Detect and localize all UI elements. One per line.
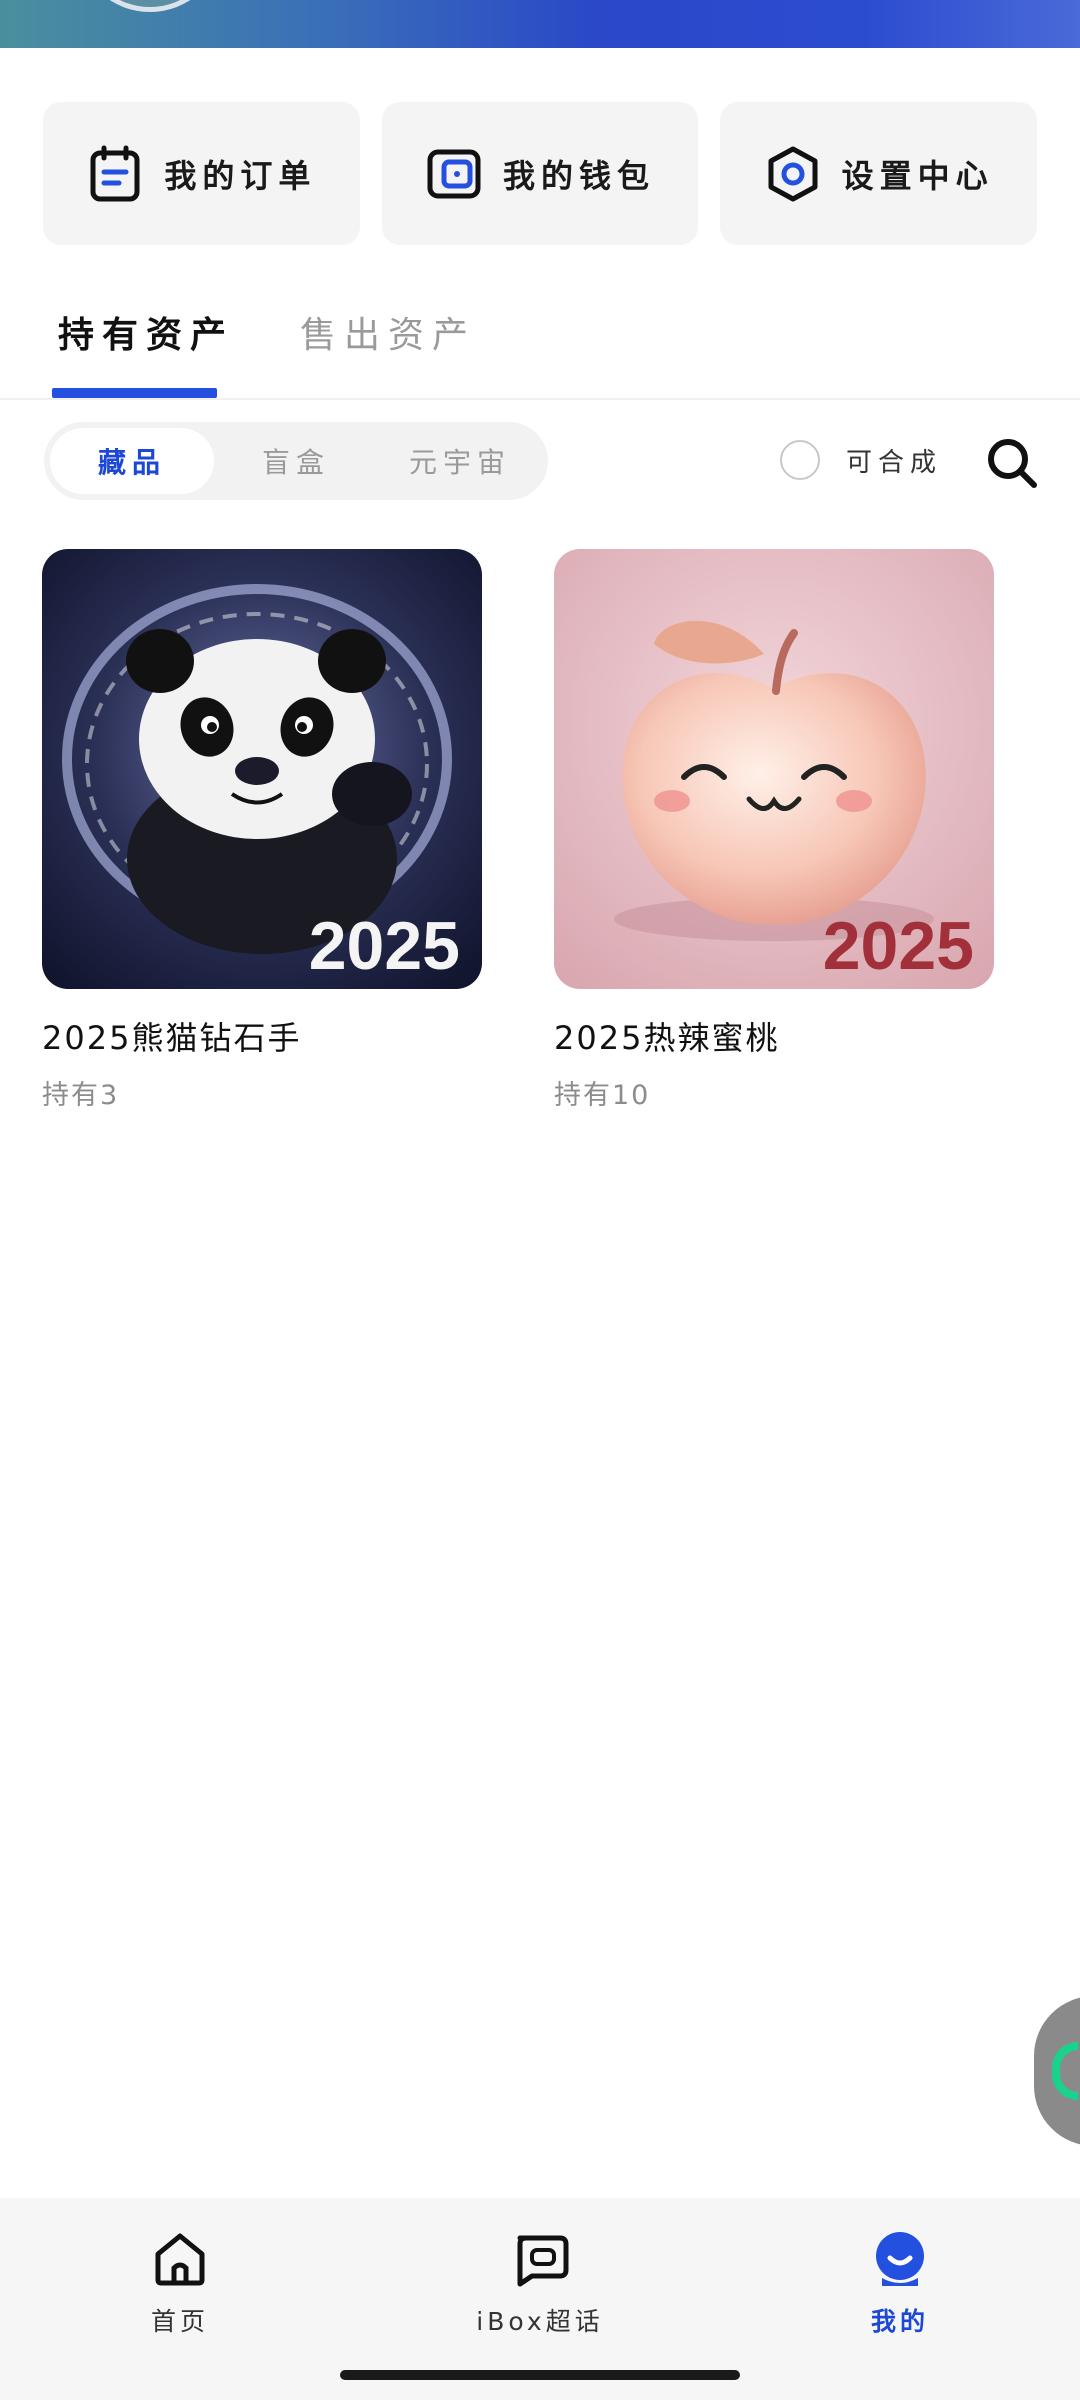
- tab-sold-assets[interactable]: 售出资产: [300, 306, 476, 358]
- tab-held-assets[interactable]: 持有资产: [58, 306, 234, 358]
- nav-profile[interactable]: 我的: [790, 2228, 1010, 2338]
- order-icon: [86, 145, 144, 203]
- assistant-icon: [1052, 2042, 1078, 2100]
- floating-assistant-button[interactable]: [1034, 1996, 1080, 2146]
- chat-icon: [517, 2235, 569, 2287]
- profile-page: 我的订单 我的钱包 设置中心 持有资产 售出资产 藏品 盲盒 元宇宙 可合成 2…: [0, 0, 1080, 2400]
- my-orders-button[interactable]: 我的订单: [43, 102, 360, 245]
- collection-item-holding: 持有10: [554, 1080, 651, 1111]
- wallet-icon: [425, 145, 483, 203]
- nav-home[interactable]: 首页: [70, 2228, 290, 2338]
- mergeable-toggle[interactable]: 可合成: [780, 440, 942, 480]
- peach-badge-text: 2025: [823, 908, 974, 984]
- mergeable-radio[interactable]: [780, 440, 820, 480]
- nav-ibox-topics[interactable]: iBox超话: [430, 2228, 650, 2338]
- settings-center-button[interactable]: 设置中心: [720, 102, 1038, 245]
- active-tab-indicator: [52, 388, 217, 398]
- my-wallet-button[interactable]: 我的钱包: [381, 102, 699, 245]
- home-indicator: [340, 2370, 740, 2380]
- asset-tabs: 持有资产 售出资产: [0, 290, 1080, 400]
- profile-icon: [876, 2232, 924, 2286]
- collection-item-holding: 持有3: [42, 1080, 120, 1111]
- home-icon: [155, 2233, 205, 2286]
- my-wallet-label: 我的钱包: [503, 156, 656, 195]
- nav-ibox-topics-label: iBox超话: [476, 2307, 604, 2336]
- peach-artwork-image: 2025: [554, 549, 994, 989]
- collection-item-name: 2025热辣蜜桃: [554, 1019, 780, 1057]
- settings-center-label: 设置中心: [841, 156, 994, 195]
- filter-metaverse[interactable]: 元宇宙: [378, 428, 542, 494]
- settings-icon: [764, 145, 822, 203]
- collection-item[interactable]: 2025 2025熊猫钻石手 持有3: [42, 549, 482, 1112]
- panda-badge-text: 2025: [309, 908, 460, 984]
- my-orders-label: 我的订单: [164, 156, 317, 195]
- filter-blind-box[interactable]: 盲盒: [214, 428, 378, 494]
- search-icon: [988, 439, 1037, 488]
- asset-type-filter: 藏品 盲盒 元宇宙: [44, 422, 548, 500]
- filter-collectibles[interactable]: 藏品: [50, 428, 214, 494]
- quick-actions: 我的订单 我的钱包 设置中心: [43, 102, 1038, 245]
- search-button[interactable]: [985, 436, 1039, 490]
- nav-profile-label: 我的: [870, 2307, 929, 2336]
- mergeable-label: 可合成: [846, 447, 943, 478]
- nav-home-label: 首页: [150, 2307, 209, 2336]
- collection-item-name: 2025熊猫钻石手: [42, 1019, 302, 1057]
- panda-artwork-image: 2025: [42, 549, 482, 989]
- collection-item[interactable]: 2025 2025热辣蜜桃 持有10: [554, 549, 994, 1112]
